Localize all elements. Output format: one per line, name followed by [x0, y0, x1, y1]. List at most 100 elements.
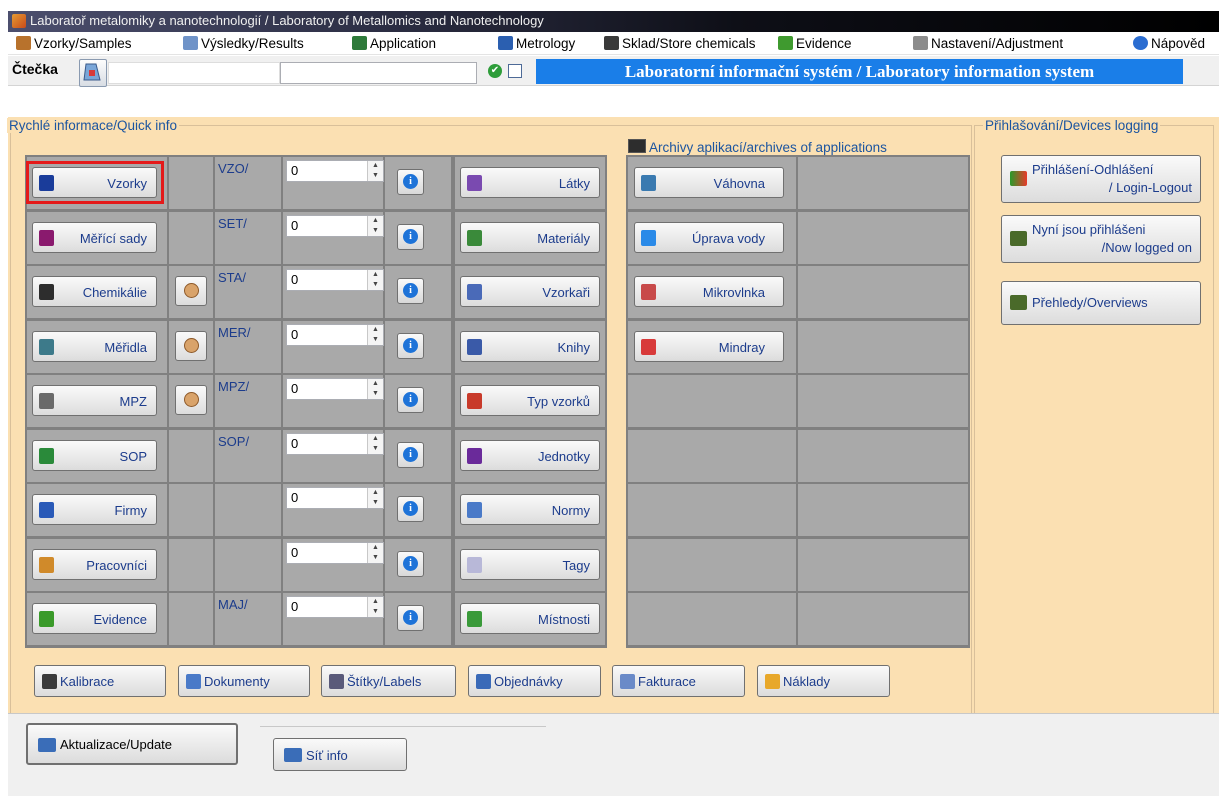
reader-input[interactable] [280, 62, 477, 84]
archive-button-label: Úprava vody [692, 230, 765, 246]
catalog-button-1[interactable]: Látky [460, 167, 600, 198]
window-title: Laboratoř metalomiky a nanotechnologií /… [30, 13, 544, 28]
devices-button-1[interactable]: Přihlášení-Odhlášení / Login-Logout [1001, 155, 1201, 203]
menu-item-1[interactable]: Vzorky/Samples [16, 36, 132, 51]
info-button[interactable]: i [397, 550, 424, 577]
grid-cell [798, 211, 968, 264]
quick-button-6[interactable]: SOP [32, 439, 157, 471]
archive-button-3[interactable]: Mikrovlnka [634, 276, 784, 307]
info-button[interactable]: i [397, 223, 424, 250]
menu-item-label: Evidence [796, 36, 852, 51]
menu-item-3[interactable]: Application [352, 36, 436, 51]
spinner-arrows-icon[interactable]: ▲ ▼ [367, 161, 383, 181]
quick-button-2[interactable]: Měřící sady [32, 221, 157, 253]
spinner-arrows-icon[interactable]: ▲ ▼ [367, 324, 383, 345]
catalog-button-2[interactable]: Materiály [460, 221, 600, 253]
devices-button-2[interactable]: Nyní jsou přihlášeni/Now logged on [1001, 215, 1201, 263]
archive-button-1[interactable]: Váhovna [634, 167, 784, 198]
toolbar-button-label: Objednávky [494, 674, 563, 689]
store-button[interactable] [175, 330, 207, 361]
invoice-icon [620, 674, 635, 689]
quick-button-5[interactable]: MPZ [32, 385, 157, 416]
toolbar-button-3[interactable]: Štítky/Labels [321, 665, 456, 697]
catalog-button-4[interactable]: Knihy [460, 330, 600, 362]
grid-cell [169, 211, 213, 264]
network-info-button[interactable]: Síť info [273, 738, 407, 771]
info-icon: i [403, 283, 418, 298]
catalog-button-label: Knihy [557, 339, 590, 355]
menu-item-5[interactable]: Sklad/Store chemicals [604, 36, 756, 51]
toolbar-button-4[interactable]: Objednávky [468, 665, 601, 697]
quick-button-7[interactable]: Firmy [32, 494, 157, 525]
toolbar-button-label: Náklady [783, 674, 830, 689]
info-button[interactable]: i [397, 387, 424, 413]
update-button[interactable]: Aktualizace/Update [26, 723, 238, 765]
grid-cell [628, 429, 796, 482]
help-icon [1133, 36, 1148, 50]
catalog-button-5[interactable]: Typ vzorků [460, 385, 600, 416]
number-input[interactable]: 0 ▲ ▼ [286, 214, 384, 237]
store-button[interactable] [175, 276, 207, 306]
toolbar-button-2[interactable]: Dokumenty [178, 665, 310, 697]
devices-button-3[interactable]: Přehledy/Overviews [1001, 281, 1201, 325]
toolbar-button-6[interactable]: Náklady [757, 665, 890, 697]
spinner-arrows-icon[interactable]: ▲ ▼ [367, 379, 383, 399]
spinner-arrows-icon[interactable]: ▲ ▼ [367, 597, 383, 617]
catalog-button-7[interactable]: Normy [460, 494, 600, 525]
info-button[interactable]: i [397, 441, 424, 468]
info-button[interactable]: i [397, 496, 424, 522]
spinner-arrows-icon[interactable]: ▲ ▼ [367, 542, 383, 563]
menu-item-label: Metrology [516, 36, 576, 51]
catalog-button-8[interactable]: Tagy [460, 548, 600, 580]
dog-face-icon [184, 337, 199, 353]
archive-button-2[interactable]: Úprava vody [634, 221, 784, 253]
devices-button-label: Přehledy/Overviews [1032, 295, 1148, 310]
info-button[interactable]: i [397, 169, 424, 195]
quick-button-label: Firmy [114, 503, 148, 518]
number-input[interactable]: 0 ▲ ▼ [286, 160, 384, 182]
menu-item-7[interactable]: Nastavení/Adjustment [913, 36, 1063, 51]
flask-icon [39, 393, 54, 409]
number-input[interactable]: 0 ▲ ▼ [286, 269, 384, 291]
number-input[interactable]: 0 ▲ ▼ [286, 323, 384, 346]
spinner-arrows-icon[interactable]: ▲ ▼ [367, 270, 383, 290]
spinner-arrows-icon[interactable]: ▲ ▼ [367, 433, 383, 454]
archive-button-label: Váhovna [713, 176, 765, 191]
catalog-button-3[interactable]: Vzorkaři [460, 276, 600, 307]
number-input[interactable]: 0 ▲ ▼ [286, 596, 384, 618]
monitor-icon [628, 139, 646, 153]
toolbar-button-label: Kalibrace [60, 674, 115, 689]
prefix-label: VZO/ [218, 161, 249, 176]
number-input[interactable]: 0 ▲ ▼ [286, 432, 384, 455]
test-rack-icon [39, 229, 54, 246]
info-button[interactable]: i [397, 332, 424, 359]
reader-button[interactable] [79, 59, 107, 87]
store-button[interactable] [175, 385, 207, 415]
chemical-bottle-icon [39, 284, 54, 300]
quick-button-3[interactable]: Chemikálie [32, 276, 157, 307]
catalog-button-9[interactable]: Místnosti [460, 603, 600, 634]
spinner-arrows-icon[interactable]: ▲ ▼ [367, 488, 383, 508]
quick-button-8[interactable]: Pracovníci [32, 548, 157, 580]
info-button[interactable]: i [397, 278, 424, 304]
number-input[interactable]: 0 ▲ ▼ [286, 487, 384, 509]
quick-button-4[interactable]: Měřidla [32, 330, 157, 362]
spinner-arrows-icon[interactable]: ▲ ▼ [367, 215, 383, 236]
menu-item-2[interactable]: Výsledky/Results [183, 36, 304, 51]
number-input[interactable]: 0 ▲ ▼ [286, 378, 384, 400]
info-icon: i [403, 174, 418, 189]
toolbar-button-label: Štítky/Labels [347, 674, 422, 689]
number-input[interactable]: 0 ▲ ▼ [286, 541, 384, 564]
menu-item-4[interactable]: Metrology [498, 36, 575, 51]
catalog-button-6[interactable]: Jednotky [460, 439, 600, 471]
quick-button-9[interactable]: Evidence [32, 603, 157, 634]
menu-item-8[interactable]: Nápověd [1133, 36, 1205, 51]
menu-item-6[interactable]: Evidence [778, 36, 852, 51]
info-icon: i [403, 228, 418, 244]
grid-cell [169, 157, 213, 209]
archive-button-4[interactable]: Mindray [634, 330, 784, 362]
toolbar-checkbox[interactable] [508, 64, 522, 78]
toolbar-button-1[interactable]: Kalibrace [34, 665, 166, 697]
toolbar-button-5[interactable]: Fakturace [612, 665, 745, 697]
info-button[interactable]: i [397, 605, 424, 631]
